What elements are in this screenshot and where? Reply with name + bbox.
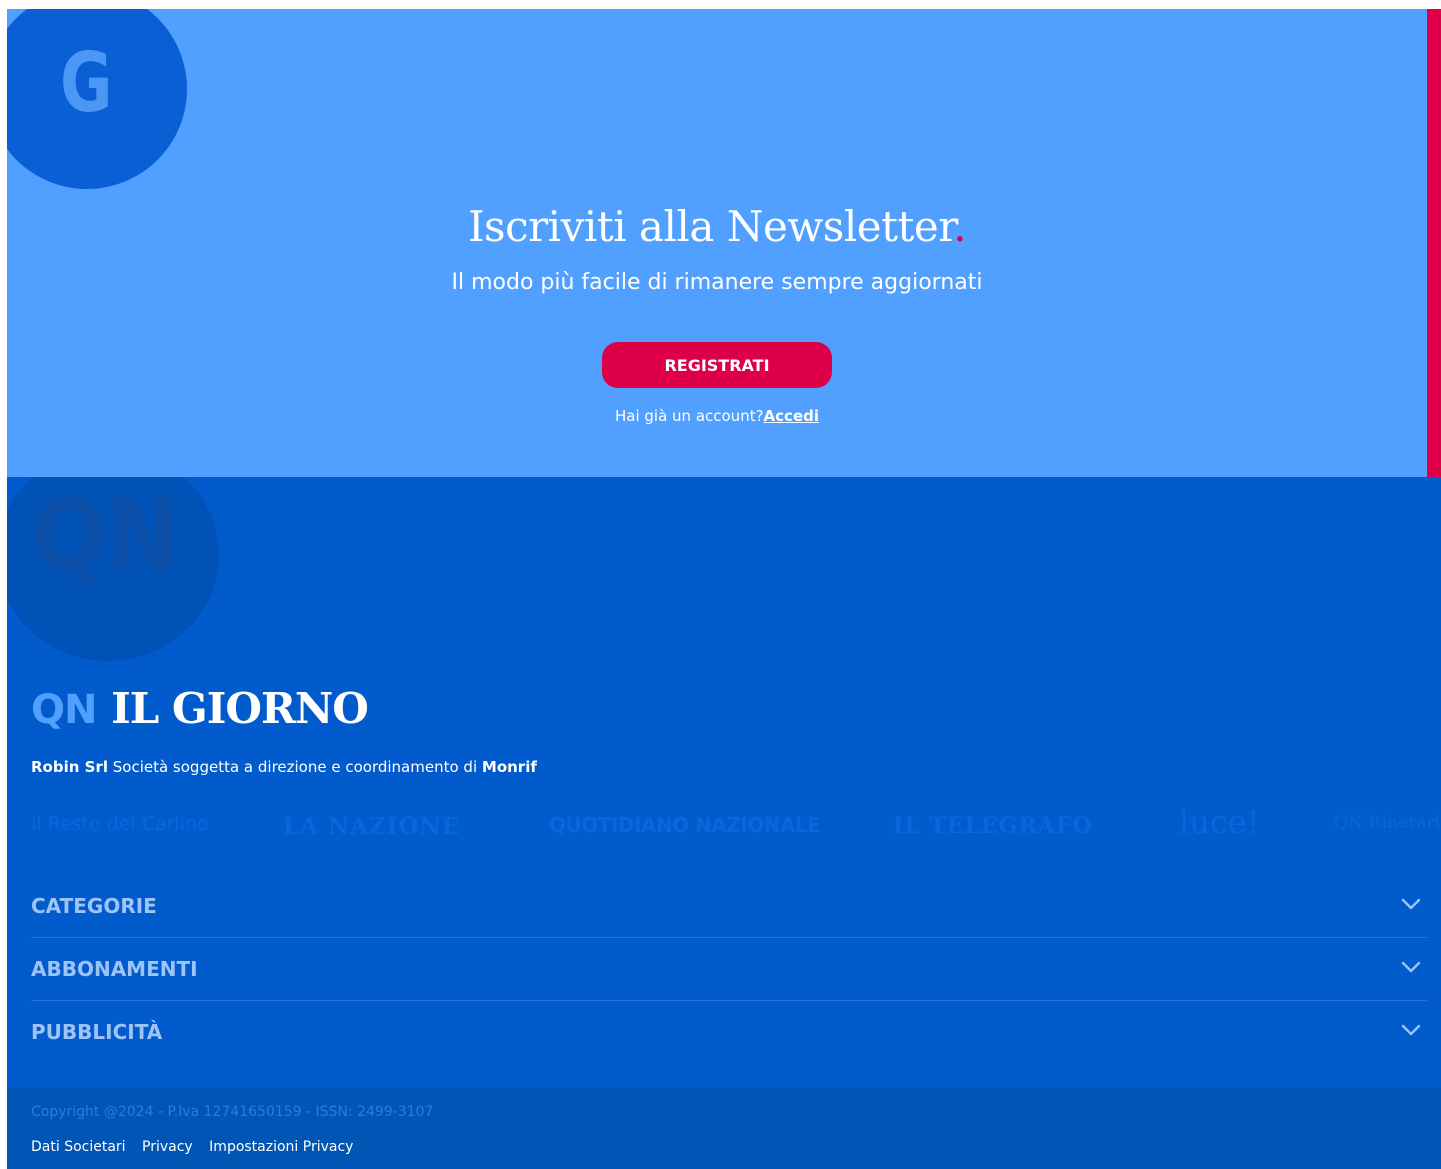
- footer-badge: QN: [7, 477, 219, 661]
- register-button[interactable]: REGISTRATI: [602, 342, 832, 388]
- footer-accordion: CATEGORIE ABBONAMENTI PUBBLICITÀ: [31, 875, 1427, 1063]
- link-privacy[interactable]: Privacy: [142, 1139, 193, 1155]
- parent-company: Monrif: [481, 758, 537, 776]
- newsletter-subtitle: Il modo più facile di rimanere sempre ag…: [451, 270, 983, 295]
- accordion-categorie[interactable]: CATEGORIE: [31, 875, 1427, 938]
- chevron-down-icon: [1401, 961, 1421, 973]
- newsletter-badge-letter: G: [60, 36, 113, 131]
- login-prompt: Hai già un account?Accedi: [7, 407, 1427, 425]
- footer-logo-prefix: QN: [31, 687, 97, 733]
- accordion-abbonamenti[interactable]: ABBONAMENTI: [31, 938, 1427, 1001]
- partner-logos: il Resto del Carlino LA NAZIONE QUOTIDIA…: [31, 803, 1440, 853]
- footer-bottom-bar: Copyright @2024 - P.Iva 12741650159 - IS…: [7, 1088, 1441, 1169]
- partner-logo-qn-itinerari[interactable]: QN Itinerari: [1334, 813, 1440, 833]
- copyright-text: Copyright @2024 - P.Iva 12741650159 - IS…: [31, 1104, 434, 1120]
- footer-logo[interactable]: QN IL GIORNO: [31, 684, 369, 734]
- company-text: Società soggetta a direzione e coordinam…: [107, 758, 482, 776]
- accent-strip: [1427, 9, 1441, 477]
- chevron-down-icon: [1401, 1024, 1421, 1036]
- company-info: Robin Srl Società soggetta a direzione e…: [31, 758, 537, 776]
- partner-logo-resto-del-carlino[interactable]: il Resto del Carlino: [31, 813, 209, 835]
- accordion-label: PUBBLICITÀ: [31, 1020, 163, 1044]
- partner-logo-quotidiano-nazionale[interactable]: QUOTIDIANO NAZIONALE: [549, 813, 821, 837]
- partner-logo-la-nazione[interactable]: LA NAZIONE: [283, 813, 460, 840]
- partner-logo-il-telegrafo[interactable]: IL TELEGRAFO: [893, 813, 1093, 839]
- login-link[interactable]: Accedi: [764, 407, 819, 425]
- page: G Iscriviti alla Newsletter. Il modo più…: [7, 9, 1441, 1169]
- newsletter-title-dot: .: [953, 202, 967, 251]
- footer-logo-name: IL GIORNO: [111, 684, 369, 733]
- login-prompt-text: Hai già un account?: [614, 407, 764, 425]
- newsletter-title: Iscriviti alla Newsletter.: [7, 202, 1427, 251]
- newsletter-title-text: Iscriviti alla Newsletter: [467, 202, 954, 251]
- chevron-down-icon: [1401, 898, 1421, 910]
- newsletter-badge: G: [7, 9, 187, 189]
- partner-logo-luce[interactable]: luce!: [1179, 803, 1260, 841]
- accordion-label: ABBONAMENTI: [31, 957, 198, 981]
- link-impostazioni-privacy[interactable]: Impostazioni Privacy: [209, 1139, 353, 1155]
- company-name: Robin Srl: [31, 758, 108, 776]
- accordion-label: CATEGORIE: [31, 894, 157, 918]
- link-dati-societari[interactable]: Dati Societari: [31, 1139, 126, 1155]
- site-footer: QN QN IL GIORNO Robin Srl Società sogget…: [7, 477, 1441, 1089]
- register-button-label: REGISTRATI: [664, 355, 770, 375]
- newsletter-section: G Iscriviti alla Newsletter. Il modo più…: [7, 9, 1427, 477]
- accordion-pubblicita[interactable]: PUBBLICITÀ: [31, 1001, 1427, 1063]
- footer-badge-letters: QN: [31, 477, 180, 594]
- legal-links: Dati Societari Privacy Impostazioni Priv…: [31, 1139, 365, 1155]
